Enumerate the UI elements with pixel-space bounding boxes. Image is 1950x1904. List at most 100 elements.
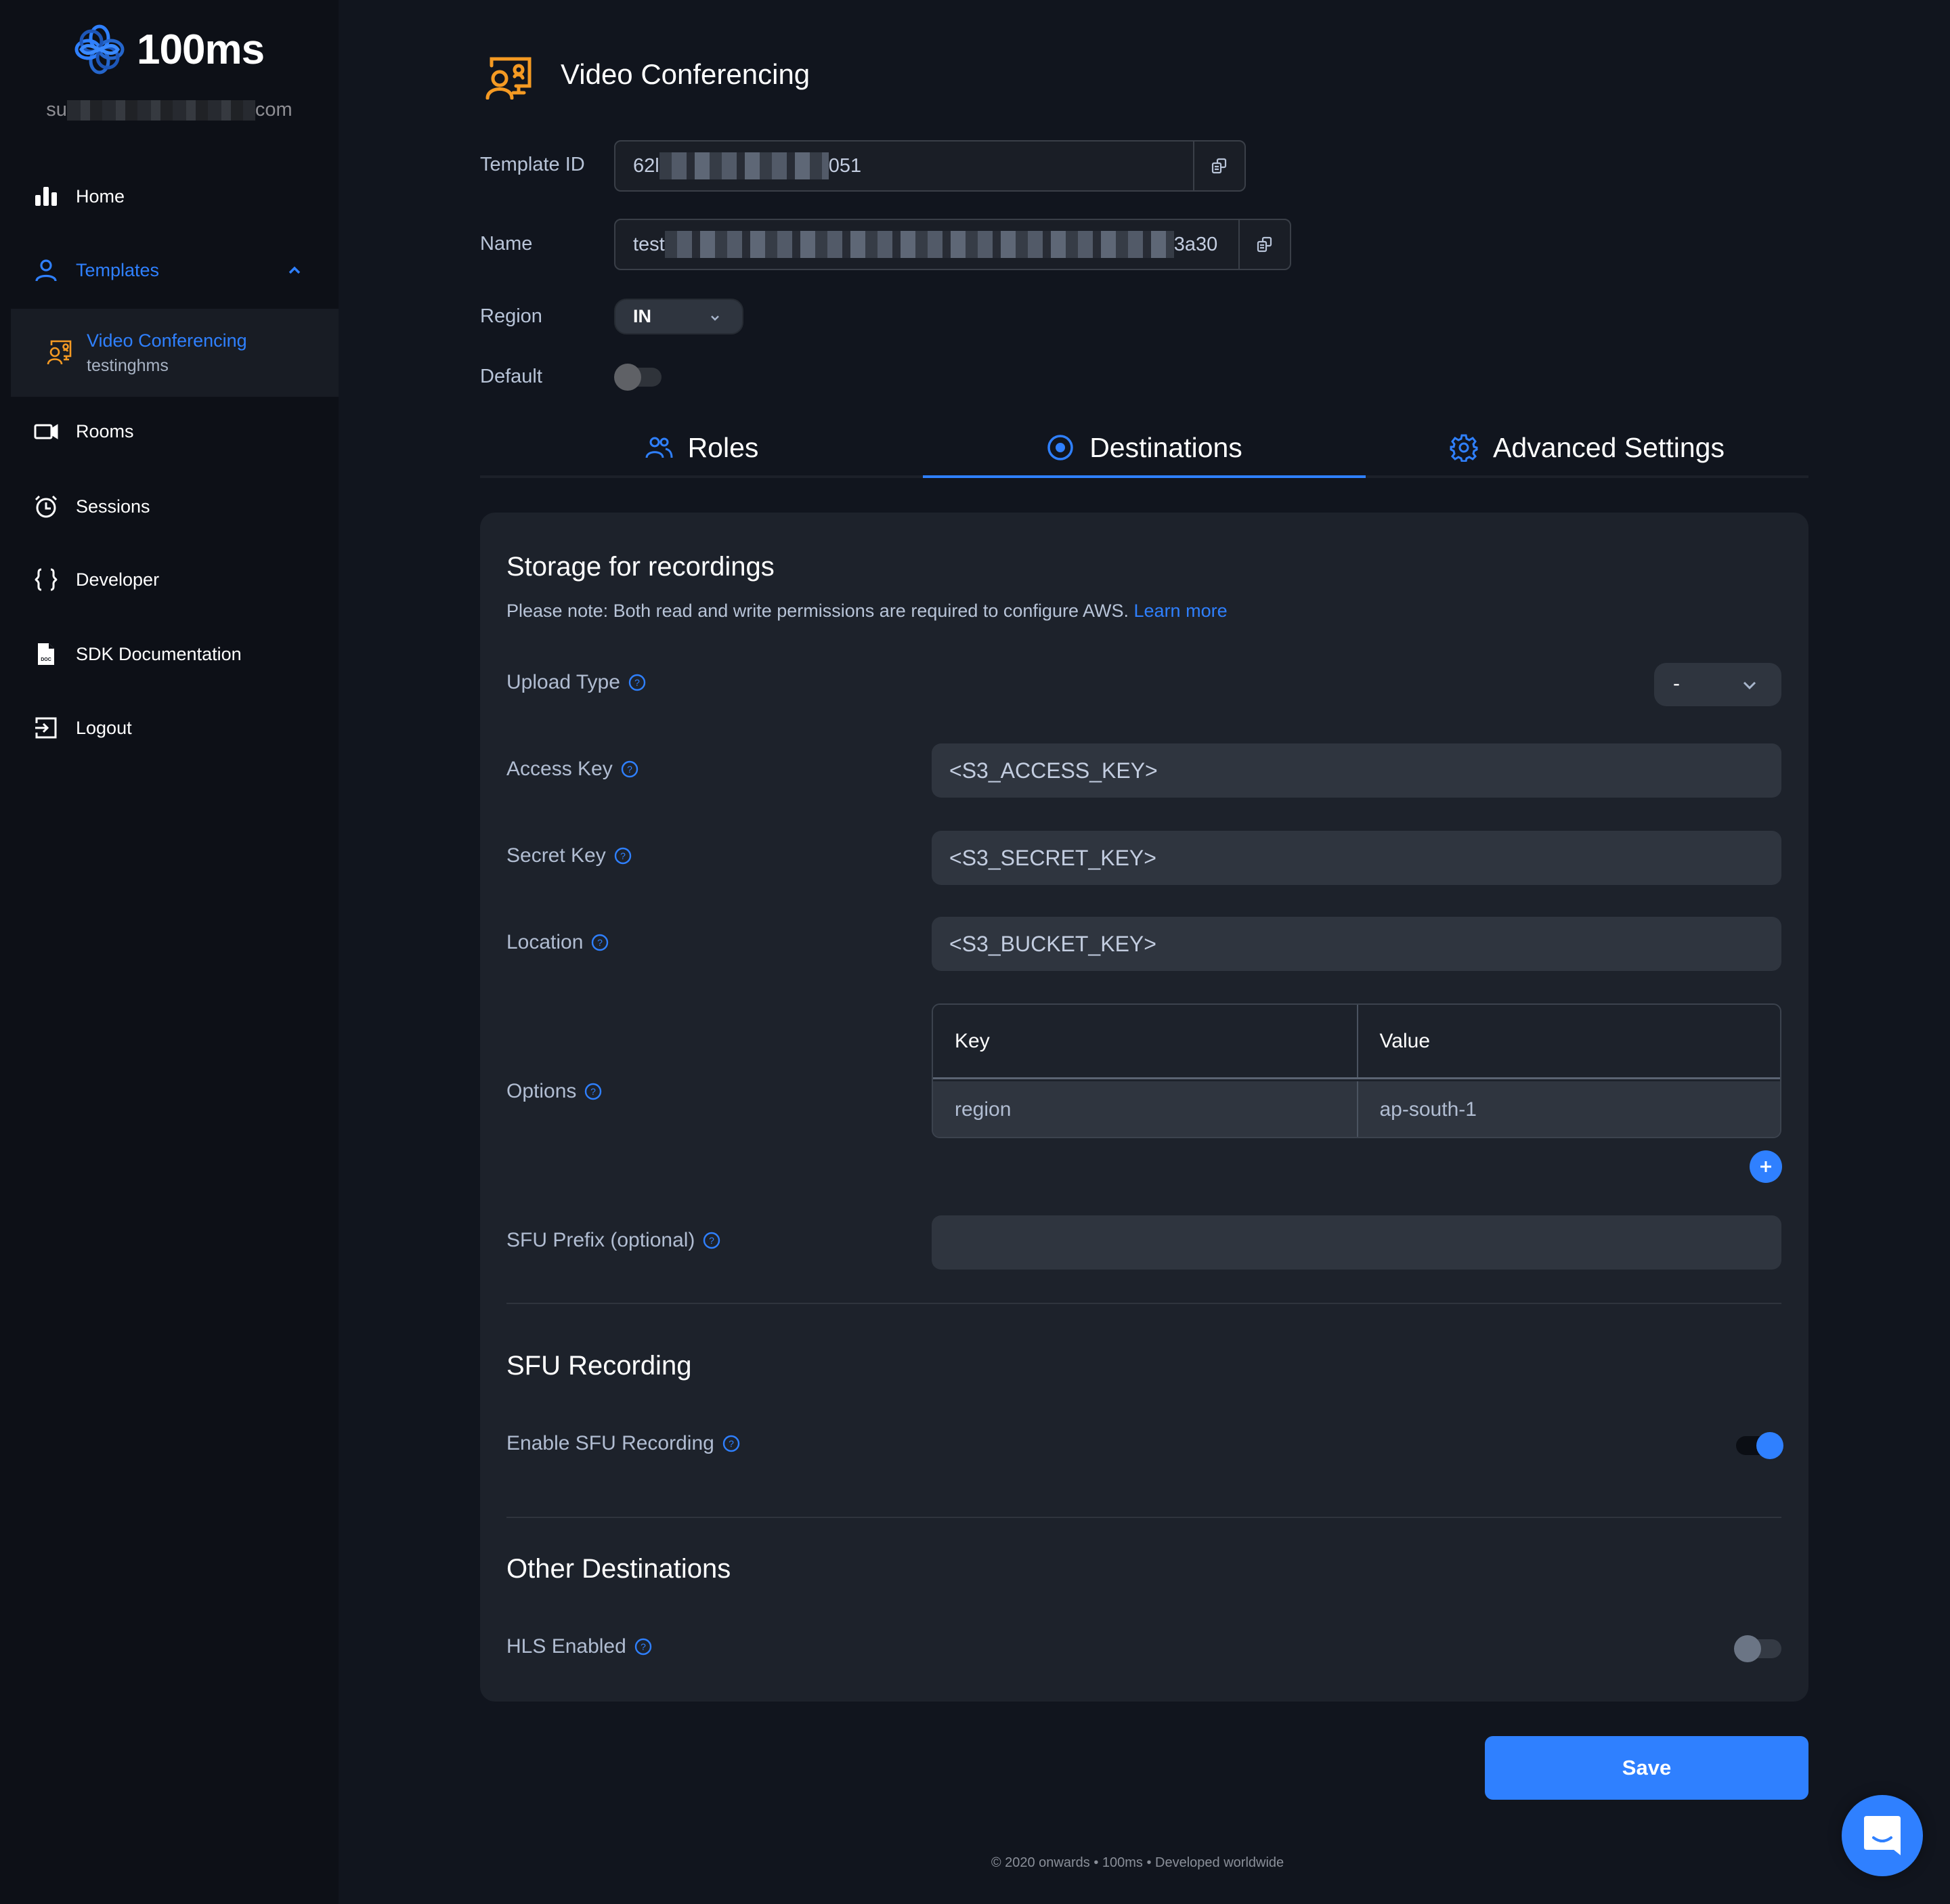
svg-text:DOC: DOC [41, 657, 51, 662]
sidebar-item-sdk-documentation[interactable]: DOC SDK Documentation [0, 630, 339, 678]
sidebar-subitem-video-conferencing[interactable]: Video Conferencing testinghms [11, 309, 339, 397]
svg-text:?: ? [620, 850, 626, 861]
brand-logo[interactable]: 100ms [73, 23, 265, 76]
help-icon[interactable]: ? [621, 760, 638, 778]
name-prefix: test [633, 233, 665, 255]
copy-icon [1257, 236, 1272, 253]
name-field[interactable]: test 3a30 [614, 219, 1291, 270]
toggle-knob [614, 364, 641, 391]
brand-name: 100ms [137, 26, 265, 73]
option-value-cell[interactable]: ap-south-1 [1356, 1081, 1781, 1137]
users-icon [645, 437, 673, 458]
sidebar-item-logout[interactable]: Logout [0, 704, 339, 752]
sidebar-item-sessions[interactable]: Sessions [0, 483, 339, 530]
help-icon[interactable]: ? [722, 1435, 740, 1452]
svg-text:?: ? [627, 764, 632, 775]
add-option-button[interactable] [1750, 1150, 1782, 1183]
email-suffix: com [255, 99, 292, 121]
video-camera-icon [34, 419, 58, 443]
doc-file-icon: DOC [34, 642, 58, 666]
curly-braces-icon [34, 567, 58, 592]
default-toggle[interactable] [614, 364, 662, 391]
hls-enabled-toggle[interactable] [1734, 1635, 1781, 1662]
sidebar: 100ms su com Home Templates Video Confere… [0, 0, 339, 1904]
help-icon[interactable]: ? [591, 934, 609, 951]
storage-note-text: Please note: Both read and write permiss… [506, 601, 1129, 621]
bar-chart-icon [34, 184, 58, 209]
template-id-suffix: 051 [828, 154, 862, 177]
sidebar-item-templates[interactable]: Templates [0, 246, 339, 294]
copy-template-id-button[interactable] [1193, 142, 1244, 190]
hls-enabled-label: HLS Enabled ? [506, 1635, 652, 1658]
secret-key-label: Secret Key ? [506, 844, 632, 867]
name-suffix: 3a30 [1173, 233, 1218, 255]
redacted-text [664, 231, 1174, 258]
sidebar-item-rooms[interactable]: Rooms [0, 408, 339, 455]
destinations-card: Storage for recordings Please note: Both… [480, 513, 1808, 1702]
redacted-text [659, 152, 829, 179]
presenter-icon [47, 340, 72, 365]
sidebar-item-developer[interactable]: Developer [0, 556, 339, 603]
help-icon[interactable]: ? [614, 847, 632, 865]
help-icon[interactable]: ? [634, 1638, 652, 1656]
copy-name-button[interactable] [1238, 220, 1290, 269]
sidebar-item-home[interactable]: Home [0, 173, 339, 220]
help-icon[interactable]: ? [628, 674, 646, 691]
enable-sfu-recording-label: Enable SFU Recording ? [506, 1432, 740, 1455]
sfu-recording-heading: SFU Recording [506, 1351, 692, 1381]
options-label: Options ? [506, 1080, 602, 1103]
label-text: Options [506, 1080, 577, 1102]
help-icon[interactable]: ? [703, 1232, 720, 1249]
svg-text:?: ? [710, 1235, 715, 1246]
tab-label: Advanced Settings [1493, 431, 1725, 463]
chevron-up-icon[interactable] [286, 261, 303, 279]
section-divider [506, 1517, 1781, 1518]
access-key-input[interactable] [932, 743, 1781, 798]
sidebar-item-label: Home [76, 186, 125, 207]
sfu-prefix-input[interactable] [932, 1215, 1781, 1270]
chat-support-button[interactable] [1842, 1795, 1923, 1876]
label-text: Access Key [506, 758, 613, 780]
tab-roles[interactable]: Roles [480, 420, 923, 475]
sidebar-item-label: Templates [76, 259, 160, 280]
svg-text:?: ? [634, 677, 640, 688]
sidebar-item-label: Developer [76, 569, 160, 590]
svg-text:?: ? [641, 1641, 646, 1652]
table-row: region ap-south-1 [933, 1081, 1781, 1137]
name-label: Name [480, 233, 533, 255]
label-text: Location [506, 931, 584, 953]
learn-more-link[interactable]: Learn more [1134, 601, 1228, 621]
options-table: Key Value region ap-south-1 [932, 1003, 1781, 1138]
secret-key-input[interactable] [932, 831, 1781, 885]
location-input[interactable] [932, 917, 1781, 971]
enable-sfu-recording-toggle[interactable] [1736, 1432, 1783, 1459]
svg-text:?: ? [598, 937, 603, 948]
sidebar-item-label: Sessions [76, 496, 150, 517]
region-select[interactable]: IN [614, 299, 743, 334]
name-value[interactable]: test 3a30 [615, 220, 1238, 269]
location-label: Location ? [506, 931, 609, 954]
presenter-icon [485, 57, 532, 100]
help-icon[interactable]: ? [584, 1083, 602, 1100]
sidebar-item-label: SDK Documentation [76, 643, 242, 664]
logout-icon [34, 716, 58, 740]
sfu-prefix-label: SFU Prefix (optional) ? [506, 1229, 720, 1252]
sidebar-subitem-title: Video Conferencing [87, 330, 247, 351]
tab-advanced-settings[interactable]: Advanced Settings [1366, 420, 1808, 475]
save-button[interactable]: Save [1485, 1736, 1808, 1800]
tab-destinations[interactable]: Destinations [923, 420, 1366, 478]
chevron-down-icon [1743, 681, 1756, 690]
template-id-field[interactable]: 62l 051 [614, 140, 1246, 192]
template-id-value[interactable]: 62l 051 [615, 142, 1193, 190]
label-text: Upload Type [506, 671, 620, 693]
page-title: Video Conferencing [561, 58, 810, 90]
email-prefix: su [46, 99, 67, 121]
plus-icon [1760, 1161, 1771, 1172]
template-id-label: Template ID [480, 154, 585, 175]
other-destinations-heading: Other Destinations [506, 1554, 731, 1584]
tab-bar: Roles Destinations Advanced Settings [480, 420, 1808, 478]
region-value: IN [633, 306, 651, 326]
option-key-cell[interactable]: region [933, 1081, 1357, 1137]
svg-text:?: ? [590, 1086, 596, 1097]
upload-type-select[interactable]: - [1654, 663, 1781, 706]
